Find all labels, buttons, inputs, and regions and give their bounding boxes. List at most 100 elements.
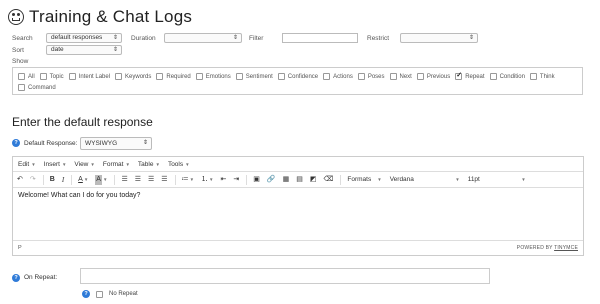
checkbox-label: All [28,73,35,80]
caret-down-icon: ▼ [377,177,382,182]
show-option-previous[interactable]: Previous [416,71,451,82]
duration-select[interactable]: ⇕ [164,33,242,43]
menu-tools[interactable]: Tools ▼ [168,161,190,168]
numbered-list-icon[interactable]: ⒈ ▼ [201,175,213,185]
formats-dropdown[interactable]: Formats ▼ [347,176,381,183]
menu-table[interactable]: Table ▼ [138,161,160,168]
menu-label: Insert [43,160,60,168]
on-repeat-input[interactable] [80,268,490,284]
checkbox[interactable] [416,73,424,80]
checkbox-label: Actions [333,73,353,80]
restrict-label: Restrict [367,35,390,42]
clear-format-icon[interactable]: ⌫ [323,175,333,185]
editor-paragraph[interactable]: Welcome! What can I do for you today? [18,192,578,199]
caret-down-icon: ▼ [185,161,190,167]
align-right-icon[interactable]: ☰ [148,175,154,185]
show-option-sentiment[interactable]: Sentiment [235,71,273,82]
default-response-label: Default Response: [24,140,78,147]
font-family-dropdown[interactable]: Verdana ▼ [390,176,460,183]
powered-by-text: POWERED BY [516,244,555,251]
show-option-command[interactable]: Command [18,82,56,93]
undo-icon[interactable]: ↶ [17,175,23,185]
show-option-keywords[interactable]: Keywords [115,71,151,82]
checkbox-label: Think [539,73,555,80]
checkbox[interactable] [489,73,497,80]
sort-select-value: date [51,46,64,53]
menu-view[interactable]: View ▼ [74,161,94,168]
checkbox[interactable] [115,73,123,80]
editor-content[interactable]: Welcome! What can I do for you today? [13,188,583,240]
menu-edit[interactable]: Edit ▼ [18,161,36,168]
align-left-icon[interactable]: ☰ [121,175,127,185]
checkbox-label: Intent Label [78,73,111,80]
checkbox[interactable] [156,73,164,80]
checkbox[interactable] [323,73,331,80]
checkbox[interactable] [18,73,25,80]
caret-down-icon: ▼ [90,161,95,167]
info-icon[interactable]: ? [12,274,20,282]
checkbox[interactable] [18,84,25,91]
indent-icon[interactable]: ⇥ [233,175,239,185]
checkbox[interactable] [235,73,243,80]
show-option-required[interactable]: Required [156,71,191,82]
checkbox[interactable] [357,73,365,80]
bold-icon[interactable]: B [50,175,55,185]
redo-icon[interactable]: ↷ [30,175,36,185]
show-option-poses[interactable]: Poses [357,71,385,82]
dropdown-label: Formats [347,176,372,183]
outdent-icon[interactable]: ⇤ [221,175,227,185]
show-option-actions[interactable]: Actions [323,71,353,82]
show-option-confidence[interactable]: Confidence [277,71,319,82]
text-color-icon[interactable]: A ▼ [78,175,88,185]
sort-select[interactable]: date ⇕ [46,45,122,55]
powered-by[interactable]: POWERED BY TINYMCE [517,245,578,251]
font-size-dropdown[interactable]: 11pt ▼ [468,176,526,183]
show-option-topic[interactable]: Topic [39,71,64,82]
checkbox[interactable] [389,73,397,80]
show-option-think[interactable]: Think [529,71,555,82]
info-icon[interactable]: ? [12,139,20,147]
checkbox-label: Confidence [287,73,319,80]
code-icon[interactable]: ▣ [253,175,260,185]
show-option-intent-label[interactable]: Intent Label [68,71,111,82]
checkbox[interactable] [277,73,285,80]
align-justify-icon[interactable]: ☰ [161,175,167,185]
tinymce-link[interactable]: TINYMCE [554,245,578,251]
show-option-condition[interactable]: Condition [489,71,525,82]
no-repeat-row: ? No Repeat [82,290,138,298]
sort-label: Sort [12,47,24,54]
show-option-emotions[interactable]: Emotions [195,71,231,82]
media-icon[interactable]: ▤ [296,175,303,185]
show-option-all[interactable]: All [18,71,35,82]
checkbox-label: Keywords [125,73,152,80]
italic-icon[interactable]: I [62,175,64,185]
default-response-value: WYSIWYG [85,140,118,147]
checkbox[interactable] [195,73,203,80]
filter-input[interactable] [282,33,358,43]
info-icon[interactable]: ? [82,290,90,298]
checkbox-label: Poses [367,73,385,80]
default-response-select[interactable]: WYSIWYG ⇕ [80,137,152,150]
checkbox[interactable] [529,73,537,80]
link-icon[interactable]: 🔗 [267,175,276,185]
search-select[interactable]: default responses ⇕ [46,33,122,43]
caret-down-icon: ▼ [31,161,36,167]
bullet-list-icon[interactable]: ≔ ▼ [182,175,194,185]
no-repeat-checkbox[interactable] [96,290,103,298]
show-option-next[interactable]: Next [389,71,412,82]
show-option-repeat[interactable]: Repeat [455,71,485,82]
align-center-icon[interactable]: ☰ [135,175,141,185]
menu-label: Tools [167,160,184,168]
restrict-select[interactable]: ⇕ [400,33,478,43]
image-icon[interactable]: ◩ [310,175,317,185]
checkbox[interactable] [39,73,47,80]
element-path[interactable]: P [18,245,22,251]
background-color-icon[interactable]: A ▼ [95,174,107,185]
checkbox[interactable] [68,73,76,80]
checkbox-checked[interactable] [455,71,463,80]
toolbar-separator [71,174,73,185]
checkbox-label: Previous [426,73,451,80]
menu-insert[interactable]: Insert ▼ [44,161,67,168]
table-icon[interactable]: ▦ [283,175,290,185]
menu-format[interactable]: Format ▼ [103,161,130,168]
